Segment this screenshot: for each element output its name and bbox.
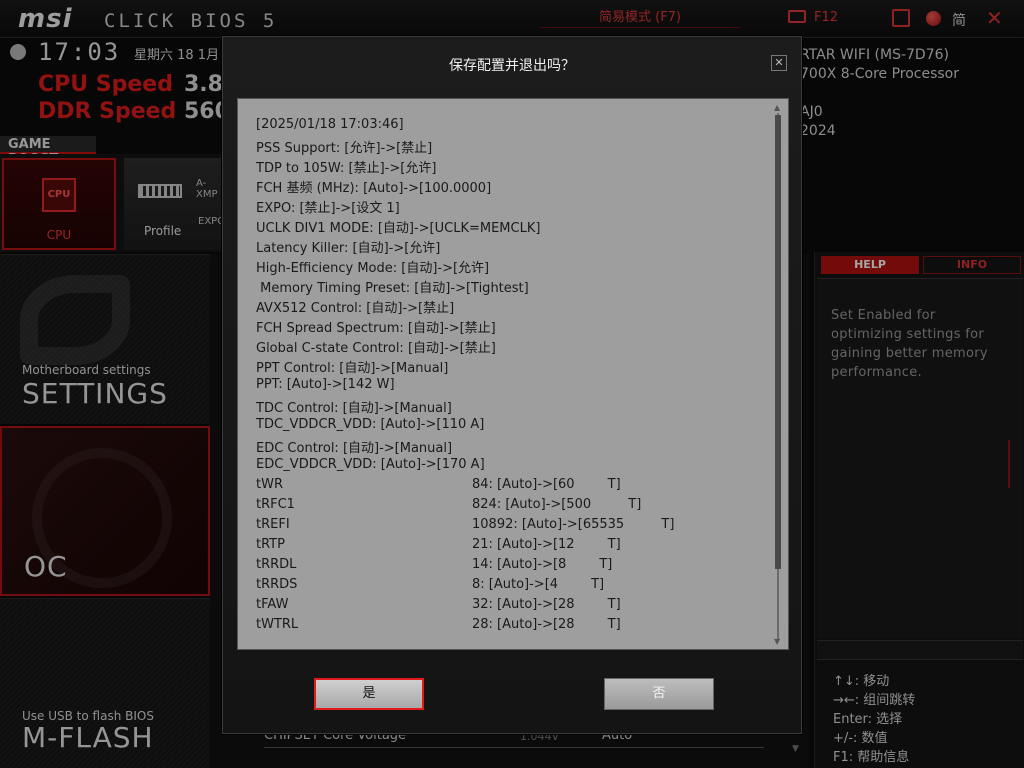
change-setting: [2025/01/18 17:03:46] (256, 117, 404, 132)
change-setting: PPT: [Auto]->[142 W] (256, 377, 395, 392)
change-line: PSS Support: [允许]->[禁止] (256, 137, 772, 157)
change-setting: FCH Spread Spectrum: [自动]->[禁止] (256, 321, 496, 336)
change-line: tRFC1 824: [Auto]->[500 T] (256, 497, 772, 517)
change-line: TDC_VDDCR_VDD: [Auto]->[110 A] (256, 417, 772, 437)
yes-button[interactable]: 是 (314, 678, 424, 710)
change-setting: TDP to 105W: [禁止]->[允许] (256, 161, 437, 176)
change-line: tWR 84: [Auto]->[60 T] (256, 477, 772, 497)
change-value: 14: [Auto]->[8 T] (472, 557, 613, 572)
scrollbar[interactable]: ▲ ▼ (774, 103, 782, 646)
change-line: TDP to 105W: [禁止]->[允许] (256, 157, 772, 177)
change-setting: Latency Killer: [自动]->[允许] (256, 241, 441, 256)
change-setting: tREFI (256, 517, 290, 532)
change-line: TDC Control: [自动]->[Manual] (256, 397, 772, 417)
change-setting: tRTP (256, 537, 285, 552)
changes-list: [2025/01/18 17:03:46] PSS Support: [允许]->… (256, 117, 772, 637)
change-line: EDC_VDDCR_VDD: [Auto]->[170 A] (256, 457, 772, 477)
change-setting: EDC_VDDCR_VDD: [Auto]->[170 A] (256, 457, 485, 472)
change-setting: AVX512 Control: [自动]->[禁止] (256, 301, 455, 316)
change-setting: TDC Control: [自动]->[Manual] (256, 401, 452, 416)
change-line: tFAW 32: [Auto]->[28 T] (256, 597, 772, 617)
change-value: 8: [Auto]->[4 T] (472, 577, 605, 592)
scrollbar-thumb[interactable] (775, 115, 781, 569)
change-line: tRRDL 14: [Auto]->[8 T] (256, 557, 772, 577)
dialog-close-button[interactable]: ✕ (771, 55, 787, 71)
scroll-up-icon[interactable]: ▲ (774, 103, 780, 112)
change-line: tRTP 21: [Auto]->[12 T] (256, 537, 772, 557)
change-value: 21: [Auto]->[12 T] (472, 537, 621, 552)
change-setting: EDC Control: [自动]->[Manual] (256, 441, 453, 456)
change-line: Memory Timing Preset: [自动]->[Tightest] (256, 277, 772, 297)
change-value: 824: [Auto]->[500 T] (472, 497, 642, 512)
change-setting: tWR (256, 477, 283, 492)
change-setting: tWTRL (256, 617, 299, 632)
scroll-down-icon[interactable]: ▼ (774, 637, 780, 646)
change-setting: tFAW (256, 597, 289, 612)
no-button[interactable]: 否 (604, 678, 714, 710)
change-line: tREFI 10892: [Auto]->[65535 T] (256, 517, 772, 537)
change-line: PPT: [Auto]->[142 W] (256, 377, 772, 397)
change-line: FCH 基频 (MHz): [Auto]->[100.0000] (256, 177, 772, 197)
change-setting: FCH 基频 (MHz): [Auto]->[100.0000] (256, 181, 492, 196)
change-line: tWTRL 28: [Auto]->[28 T] (256, 617, 772, 637)
change-line: EDC Control: [自动]->[Manual] (256, 437, 772, 457)
change-setting: TDC_VDDCR_VDD: [Auto]->[110 A] (256, 417, 485, 432)
save-exit-dialog: 保存配置并退出吗？ ✕ [2025/01/18 17:03:46] PSS Sup… (222, 36, 802, 734)
change-value: 28: [Auto]->[28 T] (472, 617, 621, 632)
change-line: High-Efficiency Mode: [自动]->[允许] (256, 257, 772, 277)
change-setting: tRRDL (256, 557, 297, 572)
change-setting: High-Efficiency Mode: [自动]->[允许] (256, 261, 490, 276)
change-line: tRRDS 8: [Auto]->[4 T] (256, 577, 772, 597)
change-setting: tRRDS (256, 577, 298, 592)
change-setting: UCLK DIV1 MODE: [自动]->[UCLK=MEMCLK] (256, 221, 541, 236)
change-setting: Global C-state Control: [自动]->[禁止] (256, 341, 496, 356)
change-line: EXPO: [禁止]->[设文 1] (256, 197, 772, 217)
change-setting: Memory Timing Preset: [自动]->[Tightest] (256, 281, 529, 296)
change-line: Latency Killer: [自动]->[允许] (256, 237, 772, 257)
change-line: FCH Spread Spectrum: [自动]->[禁止] (256, 317, 772, 337)
change-value: 10892: [Auto]->[65535 T] (472, 517, 675, 532)
change-setting: PPT Control: [自动]->[Manual] (256, 361, 449, 376)
change-value: 84: [Auto]->[60 T] (472, 477, 621, 492)
change-line: Global C-state Control: [自动]->[禁止] (256, 337, 772, 357)
change-line: UCLK DIV1 MODE: [自动]->[UCLK=MEMCLK] (256, 217, 772, 237)
change-setting: PSS Support: [允许]->[禁止] (256, 141, 433, 156)
changes-list-box[interactable]: [2025/01/18 17:03:46] PSS Support: [允许]->… (237, 98, 789, 650)
change-line: PPT Control: [自动]->[Manual] (256, 357, 772, 377)
change-value: 32: [Auto]->[28 T] (472, 597, 621, 612)
change-setting: EXPO: [禁止]->[设文 1] (256, 201, 400, 216)
change-line: [2025/01/18 17:03:46] (256, 117, 772, 137)
change-setting: tRFC1 (256, 497, 295, 512)
change-line: AVX512 Control: [自动]->[禁止] (256, 297, 772, 317)
dialog-title: 保存配置并退出吗？ (449, 58, 575, 74)
